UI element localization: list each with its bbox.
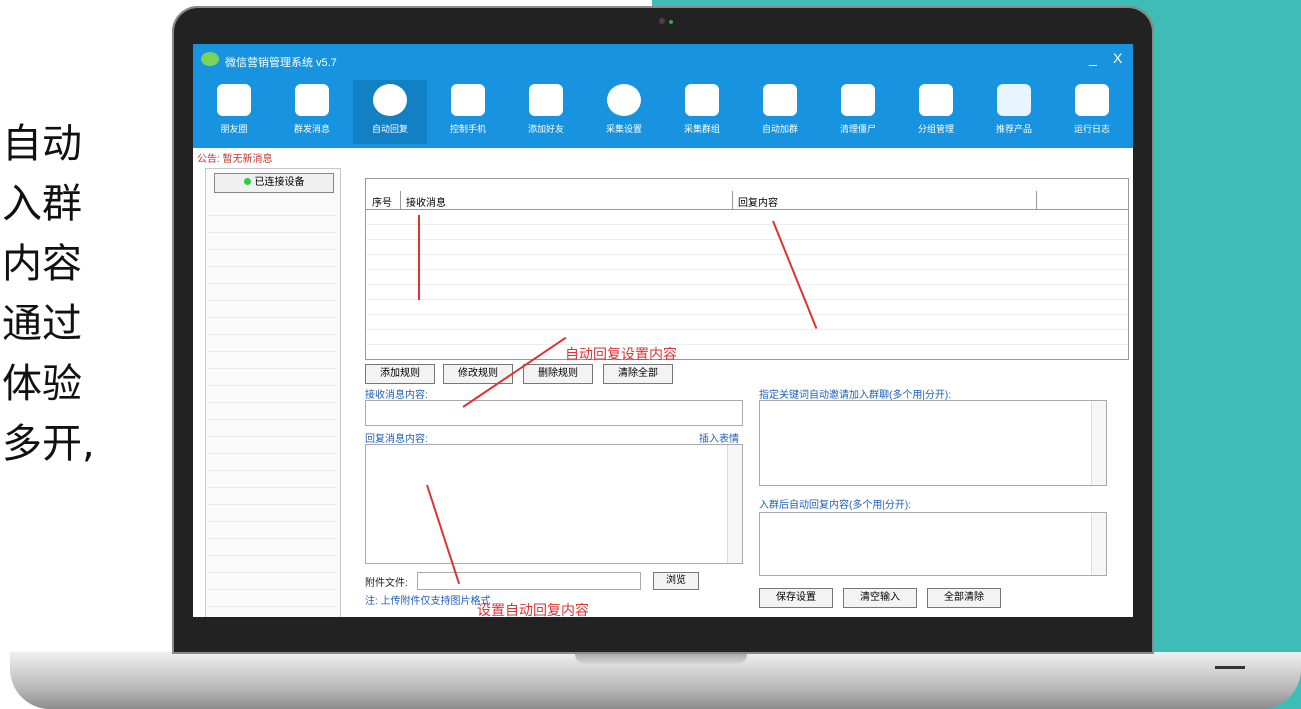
camera-light-icon: [669, 20, 673, 24]
users-icon: [841, 84, 875, 116]
reply-scrollbar[interactable]: [727, 445, 742, 563]
col-divider: [400, 191, 401, 209]
message-icon: [295, 84, 329, 116]
tool-group-mgmt[interactable]: 分组管理: [899, 80, 973, 144]
add-group-icon: [763, 84, 797, 116]
qr-icon: [685, 84, 719, 116]
side-line: 通过: [2, 301, 82, 347]
col-index: 序号: [372, 198, 392, 209]
tool-label: 运行日志: [1073, 124, 1110, 134]
col-divider: [732, 191, 733, 209]
clear-rules-button[interactable]: 清除全部: [603, 364, 673, 384]
tool-collect[interactable]: 采集设置: [587, 80, 661, 144]
tool-label: 清理僵尸: [839, 124, 876, 134]
close-button[interactable]: X: [1113, 50, 1122, 66]
annotation-text: 自动回复设置内容: [565, 346, 677, 362]
group-reply-scrollbar[interactable]: [1091, 513, 1106, 575]
keyword-scrollbar[interactable]: [1091, 401, 1106, 485]
notice-text: 公告: 暂无新消息: [197, 154, 273, 165]
group-keyword-textarea[interactable]: [759, 400, 1107, 486]
tool-label: 群发消息: [293, 124, 330, 134]
screen-icon: [919, 84, 953, 116]
clear-input-button[interactable]: 清空输入: [843, 588, 917, 608]
tool-label: 采集群组: [683, 124, 720, 134]
app-logo-icon: [201, 52, 219, 66]
device-button-label: 已连接设备: [254, 177, 305, 188]
delete-rule-button[interactable]: 删除规则: [523, 364, 593, 384]
camera-icon: [659, 18, 665, 24]
grid-icon: [451, 84, 485, 116]
reply-textarea[interactable]: [365, 444, 743, 564]
tool-log[interactable]: 运行日志: [1055, 80, 1129, 144]
col-divider: [1036, 191, 1037, 209]
tool-label: 添加好友: [527, 124, 564, 134]
side-caption: 自动 入群 内容 通过 体验 多开,: [0, 114, 160, 474]
table-rows: [366, 210, 1128, 358]
app-window: 微信营销管理系统 v5.7 _ X 朋友圈 群发消息 自动回复 控制手机 添加好…: [193, 44, 1133, 617]
tool-phone[interactable]: 控制手机: [431, 80, 505, 144]
base-indicator: [1215, 666, 1245, 669]
attach-note: 注: 上传附件仅支持图片格式: [365, 596, 491, 607]
log-icon: [1075, 84, 1109, 116]
group-keyword-label: 指定关键词自动邀请加入群聊(多个用|分开):: [759, 390, 952, 401]
tool-clean[interactable]: 清理僵尸: [821, 80, 895, 144]
insert-emoji-link[interactable]: 插入表情: [699, 430, 739, 445]
app-title: 微信营销管理系统 v5.7: [225, 57, 337, 69]
recommend-icon: [997, 84, 1031, 116]
rules-table: 序号 接收消息 回复内容: [365, 178, 1129, 360]
minimize-button[interactable]: _: [1089, 50, 1097, 66]
robot-icon: [373, 84, 407, 116]
laptop-frame: 微信营销管理系统 v5.7 _ X 朋友圈 群发消息 自动回复 控制手机 添加好…: [172, 6, 1154, 654]
tool-recommend[interactable]: 推荐产品: [977, 80, 1051, 144]
add-user-icon: [529, 84, 563, 116]
tool-label: 分组管理: [917, 124, 954, 134]
tool-moments[interactable]: 朋友圈: [197, 80, 271, 144]
tool-auto-reply[interactable]: 自动回复: [353, 80, 427, 144]
col-reply: 回复内容: [738, 198, 778, 209]
toolbar: 朋友圈 群发消息 自动回复 控制手机 添加好友 采集设置 采集群组 自动加群 清…: [193, 76, 1133, 148]
side-line: 多开,: [2, 421, 95, 467]
aperture-icon: [607, 84, 641, 116]
add-rule-button[interactable]: 添加规则: [365, 364, 435, 384]
reply-label: 回复消息内容:: [365, 434, 428, 445]
annotation-arrow: [418, 215, 420, 300]
tool-collect-group[interactable]: 采集群组: [665, 80, 739, 144]
device-panel: 已连接设备: [205, 168, 341, 617]
group-reply-label: 入群后自动回复内容(多个用|分开):: [759, 500, 912, 511]
attach-input[interactable]: [417, 572, 641, 590]
side-line: 内容: [2, 241, 82, 287]
receive-label: 接收消息内容:: [365, 390, 428, 401]
table-header: 序号 接收消息 回复内容: [366, 191, 1128, 210]
browse-button[interactable]: 浏览: [653, 572, 699, 590]
tool-auto-join[interactable]: 自动加群: [743, 80, 817, 144]
wechat-icon: [217, 84, 251, 116]
tool-label: 自动加群: [761, 124, 798, 134]
attach-label: 附件文件:: [365, 578, 408, 589]
tool-label: 自动回复: [371, 124, 408, 134]
device-list: [208, 199, 336, 609]
tool-add-friend[interactable]: 添加好友: [509, 80, 583, 144]
tool-label: 采集设置: [605, 124, 642, 134]
tool-label: 推荐产品: [995, 124, 1032, 134]
side-line: 入群: [2, 181, 82, 227]
col-receive: 接收消息: [406, 198, 446, 209]
tool-label: 控制手机: [449, 124, 486, 134]
side-line: 体验: [2, 361, 82, 407]
save-settings-button[interactable]: 保存设置: [759, 588, 833, 608]
tool-label: 朋友圈: [220, 124, 248, 134]
device-button[interactable]: 已连接设备: [214, 173, 334, 193]
annotation-text: 设置自动回复内容: [477, 602, 589, 617]
group-reply-textarea[interactable]: [759, 512, 1107, 576]
clear-all-button[interactable]: 全部清除: [927, 588, 1001, 608]
tool-broadcast[interactable]: 群发消息: [275, 80, 349, 144]
status-dot-icon: [243, 178, 251, 185]
titlebar: 微信营销管理系统 v5.7 _ X: [193, 44, 1133, 76]
receive-input[interactable]: [365, 400, 743, 426]
side-line: 自动: [2, 121, 82, 167]
